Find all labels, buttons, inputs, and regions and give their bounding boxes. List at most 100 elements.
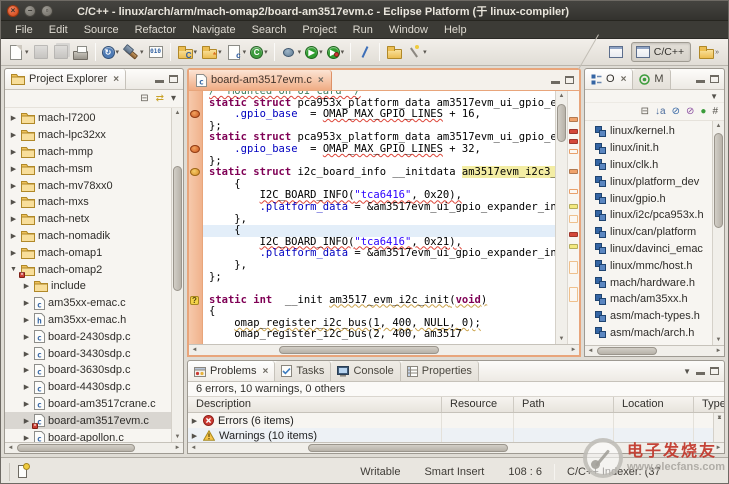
- expand-arrow-icon[interactable]: ▶: [22, 333, 31, 341]
- scrollbar-thumb[interactable]: [279, 346, 439, 354]
- close-view-icon[interactable]: ×: [262, 366, 268, 377]
- menu-search[interactable]: Search: [244, 24, 295, 36]
- scroll-right-icon[interactable]: ►: [172, 443, 183, 453]
- hide-fields-icon[interactable]: ⊘: [672, 107, 680, 117]
- tree-item-mach-lpc32xx[interactable]: ▶mach-lpc32xx: [5, 127, 171, 144]
- tab-tasks[interactable]: Tasks: [275, 361, 331, 381]
- tree-item-board-3430sdp-c[interactable]: ▶cboard-3430sdp.c: [5, 345, 171, 362]
- expand-arrow-icon[interactable]: ▶: [9, 232, 18, 240]
- overview-annotation[interactable]: [569, 244, 578, 249]
- editor-horizontal-scrollbar[interactable]: ◄ ►: [189, 344, 579, 355]
- collapse-arrow-icon[interactable]: ▼: [9, 266, 18, 273]
- overview-annotation[interactable]: [569, 215, 578, 223]
- scroll-up-icon[interactable]: ▲: [713, 121, 724, 131]
- bug-marker-icon[interactable]: [190, 110, 200, 118]
- tree-item-mach-omap1[interactable]: ▶mach-omap1: [5, 244, 171, 261]
- scrollbar-thumb[interactable]: [17, 444, 135, 452]
- maximize-view-icon[interactable]: [710, 75, 719, 83]
- toolbar-button-new[interactable]: ▾: [6, 41, 31, 63]
- toolbar-button-run[interactable]: ▶▾: [303, 41, 325, 63]
- tab-console[interactable]: Console: [331, 361, 400, 381]
- view-menu-icon[interactable]: ▾: [171, 94, 176, 104]
- outline-item-linux-gpio-h[interactable]: linux/gpio.h: [585, 190, 712, 207]
- minimize-window-button[interactable]: −: [24, 5, 36, 17]
- tree-item-board-am3517crane-c[interactable]: ▶cboard-am3517crane.c: [5, 396, 171, 413]
- dropdown-arrow-icon[interactable]: ▾: [218, 48, 222, 56]
- overview-annotation[interactable]: [569, 287, 578, 302]
- expand-arrow-icon[interactable]: ▶: [9, 131, 18, 139]
- expand-arrow-icon[interactable]: ▶: [22, 282, 31, 290]
- outline-horizontal-scrollbar[interactable]: ◄ ►: [585, 345, 724, 356]
- scrollbar-thumb[interactable]: [714, 133, 723, 228]
- overview-annotation[interactable]: [569, 189, 578, 194]
- expand-arrow-icon[interactable]: ▶: [22, 383, 31, 391]
- toolbar-button-mark-occurrences[interactable]: [355, 41, 375, 63]
- bug-marker-icon[interactable]: [190, 145, 200, 153]
- overview-annotation[interactable]: [569, 204, 578, 209]
- expand-arrow-icon[interactable]: ▶: [9, 215, 18, 223]
- minimize-view-icon[interactable]: [696, 76, 705, 83]
- explorer-horizontal-scrollbar[interactable]: ◄ ►: [5, 442, 183, 453]
- expand-arrow-icon[interactable]: ▶: [9, 249, 18, 257]
- tree-item-am35xx-emac-h[interactable]: ▶ham35xx-emac.h: [5, 312, 171, 329]
- scroll-down-icon[interactable]: ▼: [713, 335, 724, 345]
- tree-item-mach-mmp[interactable]: ▶mach-mmp: [5, 144, 171, 161]
- toolbar-button-debug[interactable]: ▾: [279, 41, 304, 63]
- expand-arrow-icon[interactable]: ▶: [22, 366, 31, 374]
- expand-arrow-icon[interactable]: ▶: [22, 350, 31, 358]
- tree-item-board-apollon-c[interactable]: ▶cboard-apollon.c: [5, 429, 171, 442]
- toolbar-button-print[interactable]: [71, 41, 91, 63]
- tab-problems[interactable]: Problems×: [188, 361, 275, 381]
- dropdown-arrow-icon[interactable]: ▾: [140, 48, 144, 56]
- column-header-description[interactable]: Description: [188, 397, 442, 412]
- tree-item-board-2430sdp-c[interactable]: ▶cboard-2430sdp.c: [5, 328, 171, 345]
- outline-tab-m[interactable]: M: [633, 69, 670, 89]
- expand-arrow-icon[interactable]: ▶: [9, 198, 18, 206]
- outline-item-linux-i2c-pca953x-h[interactable]: linux/i2c/pca953x.h: [585, 207, 712, 224]
- tree-item-mach-nomadik[interactable]: ▶mach-nomadik: [5, 228, 171, 245]
- toolbar-button-make-targets[interactable]: [146, 41, 166, 63]
- menu-navigate[interactable]: Navigate: [184, 24, 243, 36]
- tree-item-mach-netx[interactable]: ▶mach-netx: [5, 211, 171, 228]
- menu-project[interactable]: Project: [294, 24, 344, 36]
- tree-item-mach-mxs[interactable]: ▶mach-mxs: [5, 194, 171, 211]
- scroll-right-icon[interactable]: ►: [568, 345, 579, 355]
- code-area[interactable]: /* Mounted on UI card */static struct pc…: [203, 91, 555, 344]
- overview-annotation[interactable]: [569, 129, 578, 134]
- hide-non-public-icon[interactable]: ●: [700, 107, 706, 117]
- dropdown-arrow-icon[interactable]: ▾: [319, 48, 323, 56]
- menu-source[interactable]: Source: [76, 24, 127, 36]
- scroll-down-icon[interactable]: ▼: [714, 413, 724, 422]
- toolbar-button-search[interactable]: ▾: [404, 41, 429, 63]
- expand-arrow-icon[interactable]: ▶: [9, 148, 18, 156]
- tree-item-mach-msm[interactable]: ▶mach-msm: [5, 160, 171, 177]
- outline-tab-o[interactable]: O×: [585, 69, 633, 89]
- outline-item-asm-mach-arch-h[interactable]: asm/mach/arch.h: [585, 325, 712, 342]
- tree-item-board-3630sdp-c[interactable]: ▶cboard-3630sdp.c: [5, 362, 171, 379]
- toolbar-button-open-element[interactable]: [384, 41, 404, 63]
- project-explorer-tab[interactable]: Project Explorer ×: [5, 69, 126, 89]
- close-view-icon[interactable]: ×: [621, 74, 627, 85]
- outline-item-asm-mach-types-h[interactable]: asm/mach-types.h: [585, 308, 712, 325]
- maximize-window-button[interactable]: ▫: [41, 5, 53, 17]
- tree-item-board-am3517evm-c[interactable]: ▶cboard-am3517evm.c: [5, 412, 171, 429]
- scroll-up-icon[interactable]: ▲: [556, 91, 567, 101]
- editor-vertical-scrollbar[interactable]: ▲ ▼: [555, 91, 567, 344]
- collapse-all-icon[interactable]: ⊟: [641, 107, 649, 117]
- scroll-down-icon[interactable]: ▼: [556, 334, 567, 344]
- fast-view-icon[interactable]: [18, 465, 27, 478]
- close-editor-icon[interactable]: ×: [318, 75, 324, 86]
- maximize-editor-icon[interactable]: [565, 76, 574, 84]
- maximize-view-icon[interactable]: [710, 367, 719, 375]
- menu-help[interactable]: Help: [436, 24, 475, 36]
- toolbar-button-new-class[interactable]: C▾: [248, 41, 270, 63]
- tree-item-mach-l7200[interactable]: ▶mach-l7200: [5, 110, 171, 127]
- expand-arrow-icon[interactable]: ▶: [22, 417, 31, 425]
- tree-item-include[interactable]: ▶include: [5, 278, 171, 295]
- sort-icon[interactable]: ↓a: [655, 107, 666, 117]
- tab-properties[interactable]: Properties: [401, 361, 479, 381]
- dropdown-arrow-icon[interactable]: ▾: [25, 48, 29, 56]
- toolbar-button-build[interactable]: ▾: [121, 41, 146, 63]
- collapse-all-icon[interactable]: ⊟: [140, 94, 148, 104]
- dropdown-arrow-icon[interactable]: ▾: [423, 48, 427, 56]
